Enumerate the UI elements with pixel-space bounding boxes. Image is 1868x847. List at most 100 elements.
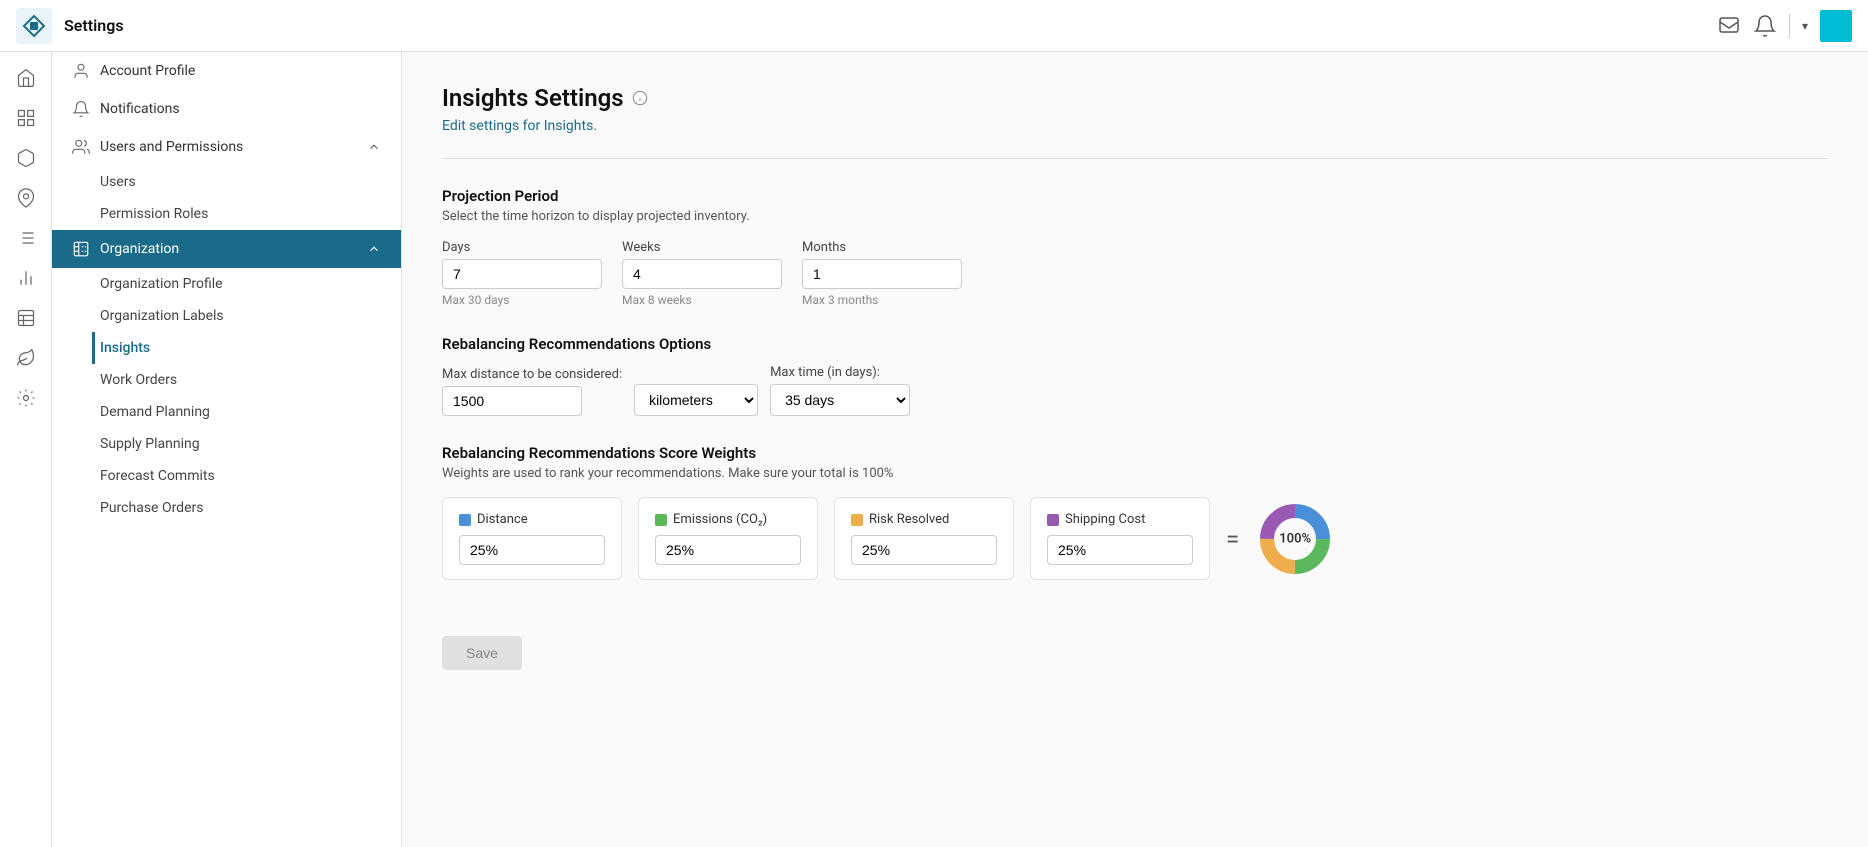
header-divider	[1789, 14, 1790, 38]
weight-card-emissions: Emissions (CO₂)	[638, 497, 818, 580]
weight-card-shipping: Shipping Cost	[1030, 497, 1210, 580]
months-label: Months	[802, 240, 962, 255]
weight-label-emissions: Emissions (CO₂)	[673, 512, 767, 527]
sidebar-sub-item-org-labels[interactable]: Organization Labels	[100, 300, 401, 332]
weeks-hint: Max 8 weeks	[622, 293, 782, 307]
distance-row: Max distance to be considered: kilometer…	[442, 365, 1828, 416]
time-label: Max time (in days):	[770, 365, 910, 380]
rail-grid-icon[interactable]	[8, 100, 44, 136]
weight-card-risk: Risk Resolved	[834, 497, 1014, 580]
sidebar-item-organization[interactable]: Organization	[52, 230, 401, 268]
sidebar-sub-item-permission-roles[interactable]: Permission Roles	[100, 198, 401, 230]
sidebar-sub-item-users[interactable]: Users	[100, 166, 401, 198]
weights-title: Rebalancing Recommendations Score Weight…	[442, 444, 1828, 462]
user-icon	[72, 62, 90, 80]
shipping-color-dot	[1047, 514, 1059, 526]
time-select[interactable]: 35 days 14 days 30 days 60 days 90 days	[770, 384, 910, 416]
days-field-group: Days Max 30 days	[442, 240, 602, 307]
user-dropdown[interactable]: ▾	[1802, 19, 1808, 33]
distance-input[interactable]	[442, 386, 582, 416]
sidebar-item-notifications[interactable]: Notifications	[52, 90, 401, 128]
info-icon[interactable]	[632, 90, 648, 106]
settings-sidebar: Account Profile Notifications Users and …	[52, 52, 402, 847]
projection-fields: Days Max 30 days Weeks Max 8 weeks Month…	[442, 240, 1828, 307]
rail-box-icon[interactable]	[8, 140, 44, 176]
building-icon	[72, 240, 90, 258]
equals-sign: =	[1226, 525, 1239, 553]
header-left: Settings	[16, 8, 124, 44]
weight-label-distance: Distance	[477, 512, 528, 527]
weight-label-shipping: Shipping Cost	[1065, 512, 1145, 527]
organization-submenu: Organization Profile Organization Labels…	[52, 268, 401, 524]
score-weights-section: Rebalancing Recommendations Score Weight…	[442, 444, 1828, 580]
weight-input-distance[interactable]	[459, 535, 605, 565]
header-title: Settings	[64, 16, 124, 35]
sidebar-sub-item-insights[interactable]: Insights	[92, 332, 401, 364]
distance-group: Max distance to be considered:	[442, 367, 622, 416]
sidebar-item-label: Notifications	[100, 101, 180, 117]
projection-period-section: Projection Period Select the time horizo…	[442, 187, 1828, 307]
weeks-label: Weeks	[622, 240, 782, 255]
days-input[interactable]	[442, 259, 602, 289]
unit-group: kilometers miles	[634, 384, 758, 416]
weight-card-distance: Distance	[442, 497, 622, 580]
page-divider	[442, 158, 1828, 159]
weight-header-shipping: Shipping Cost	[1047, 512, 1193, 527]
sidebar-item-label: Account Profile	[100, 63, 195, 79]
user-avatar[interactable]	[1820, 10, 1852, 42]
sidebar-sub-item-org-profile[interactable]: Organization Profile	[100, 268, 401, 300]
page-subtitle: Edit settings for Insights.	[442, 118, 1828, 134]
donut-chart: 100%	[1255, 499, 1335, 579]
risk-color-dot	[851, 514, 863, 526]
days-label: Days	[442, 240, 602, 255]
chevron-up-icon-org	[367, 242, 381, 256]
weight-label-risk: Risk Resolved	[869, 512, 949, 527]
months-field-group: Months Max 3 months	[802, 240, 962, 307]
notification-bell-icon[interactable]	[1753, 14, 1777, 38]
donut-label: 100%	[1279, 531, 1311, 546]
sidebar-sub-item-work-orders[interactable]: Work Orders	[100, 364, 401, 396]
weight-input-shipping[interactable]	[1047, 535, 1193, 565]
users-permissions-submenu: Users Permission Roles	[52, 166, 401, 230]
weight-input-risk[interactable]	[851, 535, 997, 565]
months-input[interactable]	[802, 259, 962, 289]
page-title-row: Insights Settings	[442, 84, 1828, 112]
time-group: Max time (in days): 35 days 14 days 30 d…	[770, 365, 910, 416]
message-icon[interactable]	[1717, 14, 1741, 38]
save-button[interactable]: Save	[442, 636, 522, 670]
rail-leaf-icon[interactable]	[8, 340, 44, 376]
rail-list-icon[interactable]	[8, 220, 44, 256]
sidebar-item-account-profile[interactable]: Account Profile	[52, 52, 401, 90]
weight-header-distance: Distance	[459, 512, 605, 527]
weight-header-risk: Risk Resolved	[851, 512, 997, 527]
weights-desc: Weights are used to rank your recommenda…	[442, 466, 1828, 481]
rail-home-icon[interactable]	[8, 60, 44, 96]
users-icon	[72, 138, 90, 156]
sidebar-item-label: Users and Permissions	[100, 139, 243, 155]
sidebar-sub-item-demand-planning[interactable]: Demand Planning	[100, 396, 401, 428]
rail-location-icon[interactable]	[8, 180, 44, 216]
rebalancing-options-title: Rebalancing Recommendations Options	[442, 335, 1828, 353]
weight-header-emissions: Emissions (CO₂)	[655, 512, 801, 527]
sidebar-item-users-permissions[interactable]: Users and Permissions	[52, 128, 401, 166]
rail-table-icon[interactable]	[8, 300, 44, 336]
bell-icon	[72, 100, 90, 118]
months-hint: Max 3 months	[802, 293, 962, 307]
projection-section-desc: Select the time horizon to display proje…	[442, 209, 1828, 224]
weight-input-emissions[interactable]	[655, 535, 801, 565]
main-content: Insights Settings Edit settings for Insi…	[402, 52, 1868, 847]
app-logo	[16, 8, 52, 44]
weeks-input[interactable]	[622, 259, 782, 289]
rail-settings-icon[interactable]	[8, 380, 44, 416]
rail-bar-chart-icon[interactable]	[8, 260, 44, 296]
header-right: ▾	[1717, 10, 1852, 42]
chevron-up-icon	[367, 140, 381, 154]
left-rail	[0, 52, 52, 847]
weights-row: Distance Emissions (CO₂) Risk	[442, 497, 1828, 580]
unit-select[interactable]: kilometers miles	[634, 384, 758, 416]
emissions-color-dot	[655, 514, 667, 526]
sidebar-sub-item-forecast-commits[interactable]: Forecast Commits	[100, 460, 401, 492]
weeks-field-group: Weeks Max 8 weeks	[622, 240, 782, 307]
sidebar-sub-item-purchase-orders[interactable]: Purchase Orders	[100, 492, 401, 524]
sidebar-sub-item-supply-planning[interactable]: Supply Planning	[100, 428, 401, 460]
